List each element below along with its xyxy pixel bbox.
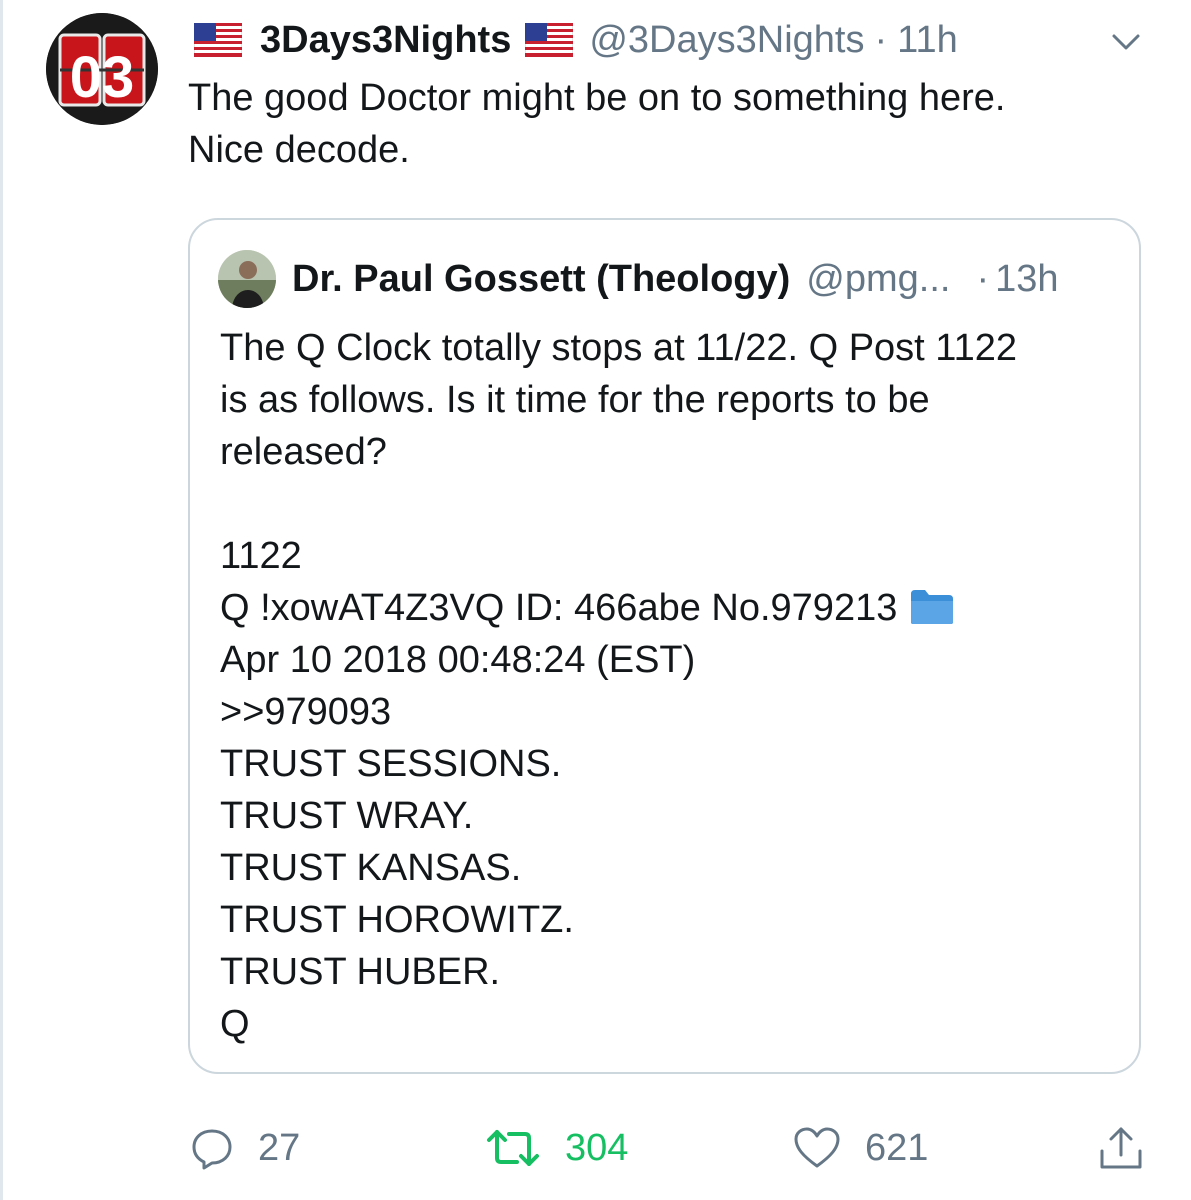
quoted-text-line: >>979093 — [220, 691, 392, 733]
quoted-text-line: TRUST HOROWITZ. — [220, 899, 574, 941]
us-flag-icon — [525, 23, 574, 57]
share-icon — [1100, 1127, 1142, 1169]
avatar-image: 03 — [46, 13, 158, 125]
quoted-display-name[interactable]: Dr. Paul Gossett (Theology) — [292, 258, 790, 301]
quoted-timestamp[interactable]: 13h — [995, 258, 1058, 301]
quoted-text-line: TRUST SESSIONS. — [220, 743, 562, 785]
retweet-count: 304 — [565, 1126, 629, 1169]
timestamp[interactable]: 11h — [897, 19, 958, 62]
quoted-text-line: 1122 — [220, 535, 302, 577]
tweet-header: 3Days3Nights @3Days3Nights · 11h — [188, 14, 958, 66]
like-button[interactable]: 621 — [793, 1120, 928, 1176]
avatar[interactable]: 03 — [46, 13, 158, 125]
chevron-down-icon[interactable] — [1108, 24, 1144, 60]
display-name[interactable]: 3Days3Nights — [260, 19, 511, 62]
quoted-text-line-content: Q !xowAT4Z3VQ ID: 466abe No.979213 — [220, 587, 898, 629]
quoted-header: Dr. Paul Gossett (Theology) @pmg... · 13… — [292, 250, 1059, 308]
quoted-text-line: TRUST KANSAS. — [220, 847, 522, 889]
tweet-text-line: The good Doctor might be on to something… — [188, 77, 1006, 119]
retweet-button[interactable]: 304 — [485, 1120, 628, 1176]
us-flag-icon — [194, 23, 242, 57]
separator-dot: · — [874, 18, 888, 61]
separator-dot: · — [976, 257, 990, 300]
avatar-text: 03 — [70, 45, 135, 110]
quoted-handle[interactable]: @pmg... — [806, 258, 950, 301]
quoted-text-line: released? — [220, 431, 387, 473]
quoted-avatar-image — [218, 250, 276, 308]
quoted-text-line: Q — [220, 1003, 250, 1045]
heart-icon — [794, 1127, 840, 1168]
quoted-paragraph: The Q Clock totally stops at 11/22. Q Po… — [220, 322, 1120, 478]
quoted-text-line: The Q Clock totally stops at 11/22. Q Po… — [220, 327, 1017, 369]
quoted-text-line: TRUST HUBER. — [220, 951, 501, 993]
tweet-actions: 27 304 621 — [0, 1120, 1191, 1180]
quoted-avatar — [218, 250, 276, 308]
reply-icon — [192, 1129, 232, 1170]
user-handle[interactable]: @3Days3Nights — [589, 19, 864, 62]
quoted-text-line: TRUST WRAY. — [220, 795, 474, 837]
quoted-text: The Q Clock totally stops at 11/22. Q Po… — [220, 322, 1120, 1050]
reply-button[interactable]: 27 — [190, 1120, 300, 1176]
folder-icon — [911, 590, 954, 624]
quoted-text-line: is as follows. Is it time for the report… — [220, 379, 930, 421]
quoted-text-line: Q !xowAT4Z3VQ ID: 466abe No.979213 — [220, 582, 1120, 634]
tweet-text-line: Nice decode. — [188, 129, 410, 171]
like-count: 621 — [865, 1126, 929, 1169]
quoted-tweet-card[interactable]: Dr. Paul Gossett (Theology) @pmg... · 13… — [188, 218, 1141, 1074]
reply-count: 27 — [258, 1126, 301, 1169]
quoted-text-line: Apr 10 2018 00:48:24 (EST) — [220, 639, 696, 681]
tweet-text: The good Doctor might be on to something… — [188, 72, 1148, 176]
timeline-border — [0, 0, 3, 1200]
retweet-icon — [487, 1130, 539, 1166]
share-button[interactable] — [1098, 1120, 1168, 1176]
